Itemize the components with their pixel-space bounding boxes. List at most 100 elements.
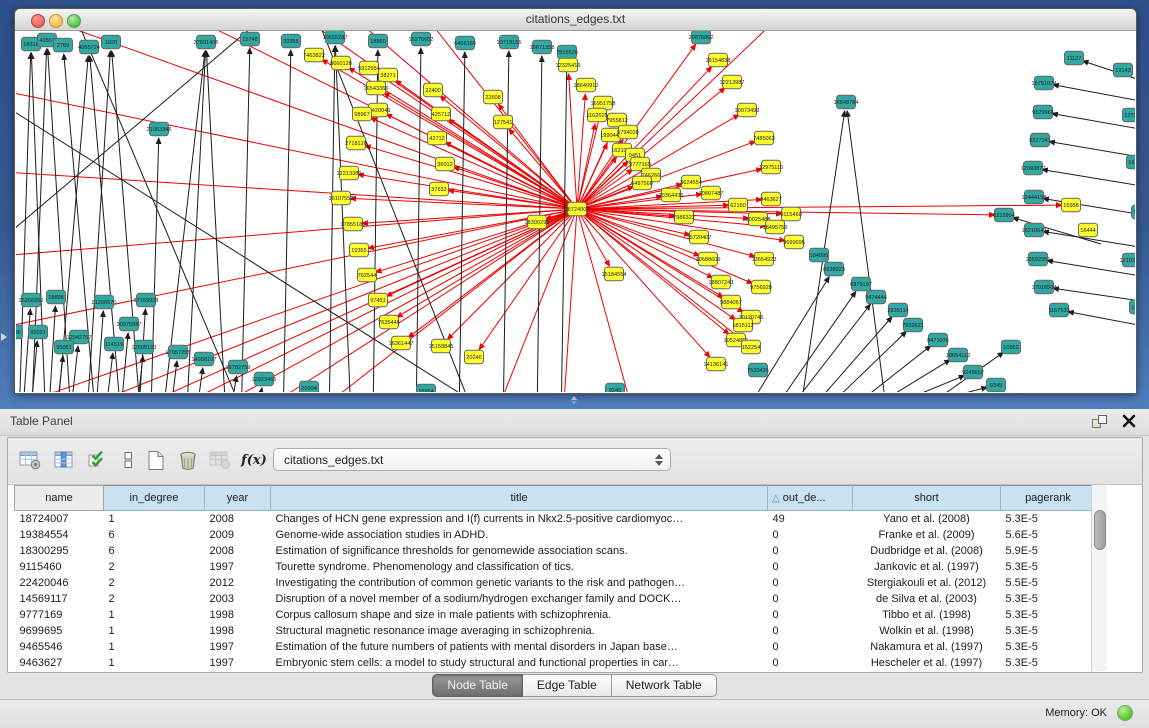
graph-node[interactable]: 12213987 xyxy=(720,75,745,89)
create-column-icon[interactable] xyxy=(142,447,170,473)
graph-node[interactable]: 18495756 xyxy=(763,220,788,234)
graph-node[interactable]: 10973493 xyxy=(735,103,760,117)
table-row[interactable]: 1938455462009Genome-wide association stu… xyxy=(15,527,1096,543)
graph-node[interactable]: 1920 xyxy=(102,35,121,49)
graph-node[interactable]: 16648784 xyxy=(834,95,859,109)
graph-node[interactable]: 19143 xyxy=(1114,63,1133,77)
graph-node[interactable]: 16428 xyxy=(1127,155,1136,169)
network-canvas-wrap[interactable]: 1872400718300295183184055727694055724192… xyxy=(16,31,1135,392)
graph-node[interactable]: 15276602 xyxy=(409,32,434,46)
table-row[interactable]: 1872400712008Changes of HCN gene express… xyxy=(15,511,1096,528)
graph-node[interactable]: 9884067 xyxy=(720,295,742,309)
graph-node[interactable]: 9227341 xyxy=(1029,133,1051,147)
graph-node[interactable]: 20364436 xyxy=(659,188,684,202)
column-header-short[interactable]: short xyxy=(853,486,1001,511)
table-scrollbar[interactable] xyxy=(1091,485,1107,671)
table-row[interactable]: 1456911722003Disruption of a novel membe… xyxy=(15,591,1096,607)
graph-node[interactable]: 2935114 xyxy=(887,303,908,317)
graph-node[interactable]: 9245652 xyxy=(962,365,984,379)
graph-node[interactable]: 16107553 xyxy=(329,191,354,205)
graph-node[interactable]: 62160 xyxy=(729,198,748,212)
graph-node[interactable]: 9699695 xyxy=(783,235,805,249)
column-header-year[interactable]: year xyxy=(205,486,271,511)
graph-node[interactable]: 7986322 xyxy=(673,210,695,224)
graph-node[interactable]: 7932621 xyxy=(902,318,924,332)
graph-node[interactable]: 8938923 xyxy=(823,262,845,276)
graph-node[interactable]: 21053346 xyxy=(147,122,172,136)
table-row[interactable]: 977716911998Corpus callosum shape and si… xyxy=(15,607,1096,623)
graph-node[interactable]: 13654923 xyxy=(752,252,777,266)
table-row[interactable]: 1830029562008Estimation of significance … xyxy=(15,543,1096,559)
graph-node[interactable]: 12093877 xyxy=(1021,161,1046,175)
table-row[interactable]: 946362711997Embryonic stem cells: a mode… xyxy=(15,655,1096,671)
graph-node[interactable]: 18860 xyxy=(369,34,388,48)
graph-node[interactable]: 8660128 xyxy=(330,56,352,70)
graph-node[interactable]: 20246 xyxy=(465,350,484,364)
table-mode-icon[interactable] xyxy=(16,447,44,473)
graph-node[interactable]: 12505193 xyxy=(132,340,157,354)
graph-node[interactable]: 9245 xyxy=(606,383,625,392)
graph-node[interactable]: 127541 xyxy=(494,115,513,129)
graph-node[interactable]: 3624554 xyxy=(680,175,702,189)
graph-node[interactable]: 1162625 xyxy=(586,108,607,122)
graph-node[interactable]: 12975115 xyxy=(759,160,783,174)
graph-node[interactable]: 16361447 xyxy=(389,336,414,350)
graph-node[interactable]: 17159928 xyxy=(134,293,159,307)
graph-node[interactable]: 16210643 xyxy=(1022,223,1047,237)
table-row[interactable]: 969969511998Structural magnetic resonanc… xyxy=(15,623,1096,639)
graph-node[interactable]: 21206570 xyxy=(92,295,117,309)
graph-node[interactable]: 19355 xyxy=(350,243,369,257)
graph-node[interactable]: 6879197 xyxy=(850,277,872,291)
graph-node[interactable]: 7815526 xyxy=(556,45,578,59)
graph-node[interactable]: 17957255 xyxy=(166,345,191,359)
graph-node[interactable]: 18724007 xyxy=(565,202,590,216)
graph-node[interactable]: 2769 xyxy=(54,38,73,52)
graph-node[interactable]: 152254 xyxy=(742,340,761,354)
graph-node[interactable]: 6497568 xyxy=(631,176,653,190)
graph-node[interactable]: 4055724 xyxy=(78,40,100,54)
graph-node[interactable]: 14136141 xyxy=(704,357,729,371)
graph-node[interactable]: 5912954 xyxy=(358,61,380,75)
graph-node[interactable]: 10655287 xyxy=(323,31,348,44)
graph-node[interactable]: 15158845 xyxy=(429,339,454,353)
table-row[interactable]: 2242004622012Investigating the contribut… xyxy=(15,575,1096,591)
column-visibility-icon[interactable] xyxy=(50,447,78,473)
graph-node[interactable]: 16952 xyxy=(1130,300,1136,314)
close-panel-icon[interactable] xyxy=(1121,413,1137,429)
graph-node[interactable]: 12734 xyxy=(1123,108,1136,122)
network-window-titlebar[interactable]: citations_edges.txt xyxy=(15,9,1136,31)
graph-node[interactable]: 15751074 xyxy=(1032,76,1057,90)
graph-node[interactable]: 18640910 xyxy=(574,78,599,92)
graph-node[interactable]: 10952 xyxy=(1002,340,1021,354)
graph-node[interactable]: 14958107 xyxy=(192,352,217,366)
graph-node[interactable]: 184095 xyxy=(810,248,829,262)
graph-node[interactable]: 20355 xyxy=(282,34,301,48)
graph-node[interactable]: 42712 xyxy=(428,131,447,145)
graph-node[interactable]: 22400 xyxy=(424,83,443,97)
graph-node[interactable]: 8215954 xyxy=(993,208,1015,222)
table-selector-dropdown[interactable]: citations_edges.txt xyxy=(273,448,671,471)
graph-node[interactable]: 9345 xyxy=(987,378,1006,392)
graph-node[interactable]: 762544 xyxy=(358,268,377,282)
graph-node[interactable]: 12325419 xyxy=(556,58,581,72)
graph-node[interactable]: 12923465 xyxy=(252,372,277,386)
delete-column-icon[interactable] xyxy=(174,447,202,473)
graph-node[interactable]: 6466160 xyxy=(454,36,476,50)
graph-node[interactable]: 425712 xyxy=(432,107,451,121)
column-header-name[interactable]: name xyxy=(15,486,104,511)
graph-node[interactable]: 16782759 xyxy=(226,360,251,374)
graph-node[interactable]: 38271 xyxy=(379,68,398,82)
graph-node[interactable]: 12213389 xyxy=(337,166,362,180)
graph-node[interactable]: 18898 xyxy=(47,290,66,304)
graph-node[interactable]: 9115460 xyxy=(780,207,801,221)
graph-node[interactable]: 15592951 xyxy=(1026,252,1051,266)
column-header-title[interactable]: title xyxy=(271,486,768,511)
graph-node[interactable]: 2718120 xyxy=(345,136,367,150)
network-window[interactable]: citations_edges.txt 18724007183002951831… xyxy=(14,8,1137,394)
graph-node[interactable]: 5794028 xyxy=(617,125,639,139)
graph-node[interactable]: 7533426 xyxy=(747,363,769,377)
float-panel-icon[interactable] xyxy=(1091,414,1109,430)
delete-table-icon[interactable] xyxy=(206,447,234,473)
graph-node[interactable]: 16954 xyxy=(417,384,436,392)
graph-node[interactable]: 95051 xyxy=(55,340,74,354)
